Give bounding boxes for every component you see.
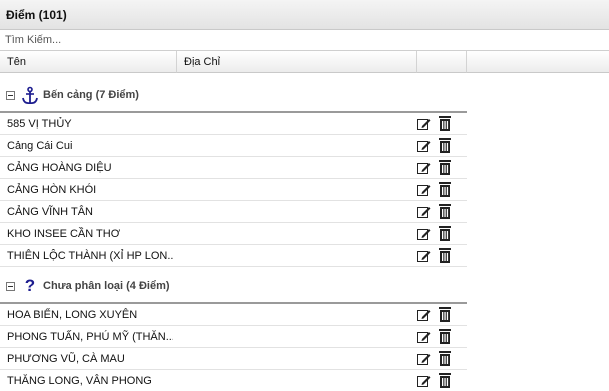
point-name: THIÊN LỘC THÀNH (XỈ HP LON...	[7, 250, 173, 262]
point-name: Cảng Cái Cui	[7, 140, 73, 152]
delete-icon[interactable]	[439, 116, 451, 131]
point-name: THĂNG LONG, VÂN PHONG	[7, 375, 152, 387]
delete-icon[interactable]	[439, 182, 451, 197]
table-row[interactable]: CẢNG HÒN KHÓI	[0, 179, 467, 201]
edit-icon[interactable]	[417, 205, 431, 219]
edit-icon[interactable]	[417, 161, 431, 175]
point-name: CẢNG VĨNH TÂN	[7, 206, 93, 218]
delete-icon[interactable]	[439, 160, 451, 175]
group-label: Bến cảng (7 Điểm)	[43, 89, 139, 101]
column-header-filler	[467, 51, 609, 73]
group-label: Chưa phân loại (4 Điểm)	[43, 280, 170, 292]
point-name: CẢNG HOÀNG DIỆU	[7, 162, 112, 174]
collapse-toggle-icon[interactable]	[6, 90, 15, 100]
table-row[interactable]: KHO INSEE CẦN THƠ	[0, 223, 467, 245]
edit-icon[interactable]	[417, 183, 431, 197]
point-name: HOA BIỂN, LONG XUYÊN	[7, 309, 138, 321]
search-input[interactable]	[0, 30, 609, 51]
point-name: 585 VỊ THỦY	[7, 118, 72, 130]
column-header-name[interactable]: Tên	[0, 51, 177, 73]
anchor-icon	[21, 85, 39, 105]
table-row[interactable]: 585 VỊ THỦY	[0, 113, 467, 135]
point-name: CẢNG HÒN KHÓI	[7, 184, 97, 196]
group-header-chua-phan-loai[interactable]: ? Chưa phân loại (4 Điểm)	[0, 274, 170, 298]
panel-title: Điểm (101)	[0, 0, 609, 30]
delete-icon[interactable]	[439, 226, 451, 241]
delete-icon[interactable]	[439, 351, 451, 366]
edit-icon[interactable]	[417, 308, 431, 322]
column-header-address[interactable]: Địa Chỉ	[177, 51, 417, 73]
table-row[interactable]: THIÊN LỘC THÀNH (XỈ HP LON...	[0, 245, 467, 267]
delete-icon[interactable]	[439, 248, 451, 263]
edit-icon[interactable]	[417, 139, 431, 153]
point-name: PHONG TUẤN, PHÚ MỸ (THĂN...	[7, 331, 173, 343]
edit-icon[interactable]	[417, 352, 431, 366]
edit-icon[interactable]	[417, 330, 431, 344]
delete-icon[interactable]	[439, 204, 451, 219]
table-row[interactable]: CẢNG HOÀNG DIỆU	[0, 157, 467, 179]
table-row[interactable]: THĂNG LONG, VÂN PHONG	[0, 370, 467, 391]
column-header-actions	[417, 51, 467, 73]
delete-icon[interactable]	[439, 307, 451, 322]
delete-icon[interactable]	[439, 138, 451, 153]
table-row[interactable]: PHONG TUẤN, PHÚ MỸ (THĂN...	[0, 326, 467, 348]
group-header-ben-cang[interactable]: Bến cảng (7 Điểm)	[0, 83, 139, 107]
table-row[interactable]: HOA BIỂN, LONG XUYÊN	[0, 304, 467, 326]
edit-icon[interactable]	[417, 249, 431, 263]
collapse-toggle-icon[interactable]	[6, 281, 15, 291]
question-icon: ?	[24, 276, 36, 296]
delete-icon[interactable]	[439, 329, 451, 344]
edit-icon[interactable]	[417, 227, 431, 241]
table-row[interactable]: PHƯƠNG VŨ, CÀ MAU	[0, 348, 467, 370]
table-row[interactable]: CẢNG VĨNH TÂN	[0, 201, 467, 223]
point-name: KHO INSEE CẦN THƠ	[7, 228, 121, 240]
delete-icon[interactable]	[439, 373, 451, 388]
table-row[interactable]: Cảng Cái Cui	[0, 135, 467, 157]
point-name: PHƯƠNG VŨ, CÀ MAU	[7, 353, 125, 365]
edit-icon[interactable]	[417, 374, 431, 388]
edit-icon[interactable]	[417, 117, 431, 131]
